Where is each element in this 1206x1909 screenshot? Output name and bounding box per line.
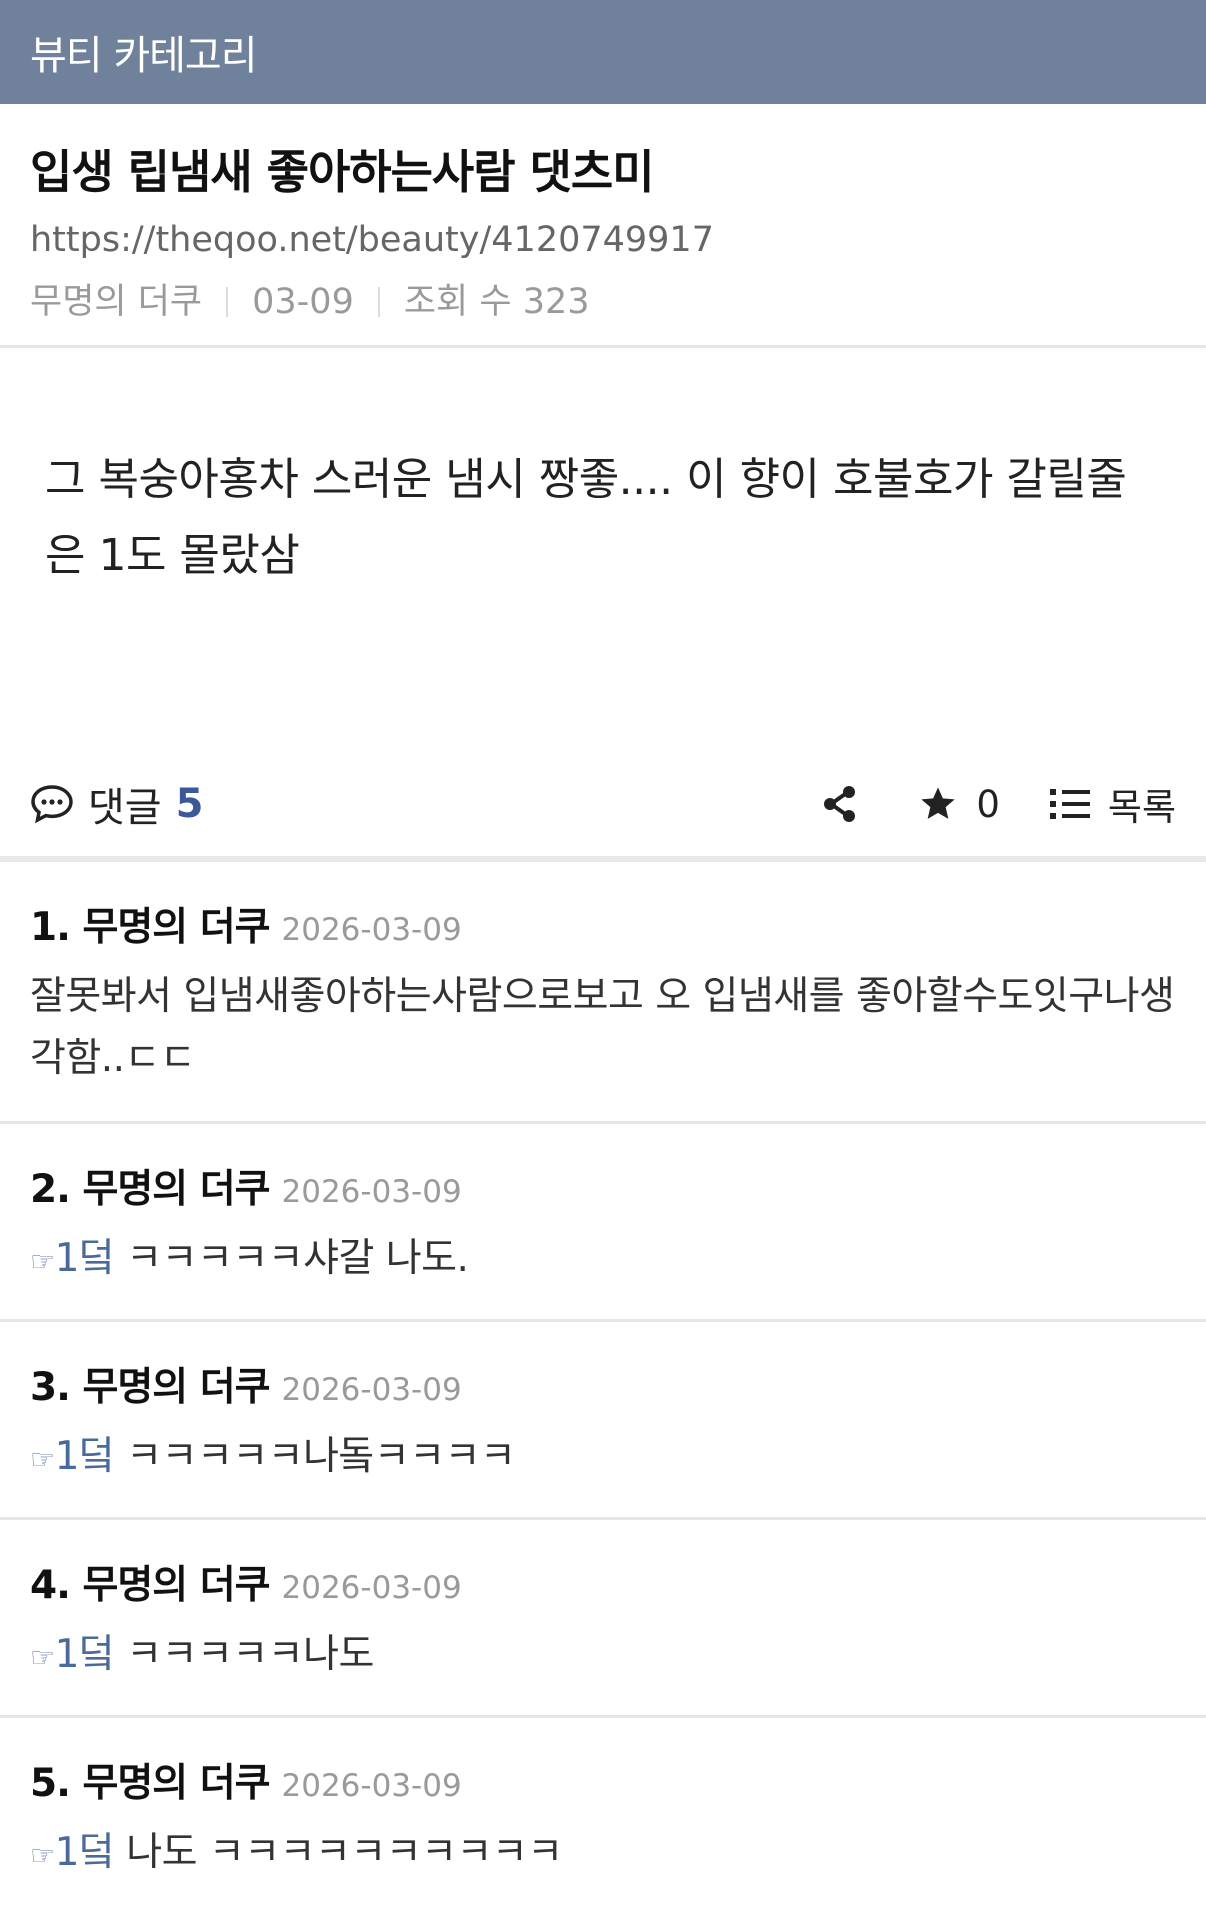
list-icon xyxy=(1049,789,1090,819)
comment-text: ㅋㅋㅋㅋㅋ나도 xyxy=(126,1632,374,1677)
comment-count-button[interactable]: 댓글 5 xyxy=(30,775,203,833)
pointing-hand-icon: ☞ xyxy=(30,1443,55,1476)
meta-divider xyxy=(377,287,380,317)
comment-count: 5 xyxy=(175,781,204,827)
speech-bubble-icon xyxy=(31,785,73,824)
comment-item: 3. 무명의 더쿠 2026-03-09 ☞1덬 ㅋㅋㅋㅋㅋ나돜ㅋㅋㅋㅋ xyxy=(0,1322,1206,1520)
action-bar: 댓글 5 0 목록 xyxy=(0,752,1206,862)
comment-label: 댓글 xyxy=(88,785,162,831)
share-button[interactable] xyxy=(822,784,858,824)
comment-date: 2026-03-09 xyxy=(281,1372,462,1408)
reply-reference[interactable]: ☞1덬 xyxy=(30,1632,115,1677)
post-title: 입생 립냄새 좋아하는사람 댓츠미 xyxy=(30,145,655,199)
comment-text: ㅋㅋㅋㅋㅋ샤갈 나도. xyxy=(126,1236,469,1281)
post-author[interactable]: 무명의 더쿠 xyxy=(30,280,202,324)
comment-author[interactable]: 4. 무명의 더쿠 xyxy=(30,1554,271,1610)
post-content: 그 복숭아홍차 스러운 냄시 짱좋.... 이 향이 호불호가 갈릴줄은 1도 … xyxy=(45,454,1127,581)
comment-text: 나도 ㅋㅋㅋㅋㅋㅋㅋㅋㅋㅋ xyxy=(126,1830,563,1875)
comment-author[interactable]: 2. 무명의 더쿠 xyxy=(30,1158,271,1214)
reply-reference[interactable]: ☞1덬 xyxy=(30,1830,115,1875)
category-header[interactable]: 뷰티 카테고리 xyxy=(0,0,1206,104)
star-count: 0 xyxy=(976,782,1000,826)
comment-date: 2026-03-09 xyxy=(281,1174,462,1210)
post-body: 그 복숭아홍차 스러운 냄시 짱좋.... 이 향이 호불호가 갈릴줄은 1도 … xyxy=(0,348,1206,752)
comment-author[interactable]: 3. 무명의 더쿠 xyxy=(30,1356,271,1412)
comment-author[interactable]: 1. 무명의 더쿠 xyxy=(30,896,271,952)
reply-target: 1덬 xyxy=(54,1830,115,1875)
reply-reference[interactable]: ☞1덬 xyxy=(30,1236,115,1281)
comment-text: ㅋㅋㅋㅋㅋ나돜ㅋㅋㅋㅋ xyxy=(126,1434,516,1479)
comment-list: 1. 무명의 더쿠 2026-03-09 잘못봐서 입냄새좋아하는사람으로보고 … xyxy=(0,862,1206,1898)
comment-author[interactable]: 5. 무명의 더쿠 xyxy=(30,1752,271,1808)
meta-divider xyxy=(226,287,229,317)
comment-date: 2026-03-09 xyxy=(281,1570,462,1606)
post-header: 입생 립냄새 좋아하는사람 댓츠미 https://theqoo.net/bea… xyxy=(0,104,1206,348)
post-url[interactable]: https://theqoo.net/beauty/4120749917 xyxy=(30,218,1176,262)
comment-item: 2. 무명의 더쿠 2026-03-09 ☞1덬 ㅋㅋㅋㅋㅋ샤갈 나도. xyxy=(0,1124,1206,1322)
post-views: 조회 수 323 xyxy=(403,282,590,322)
post-meta: 무명의 더쿠 03-09 조회 수 323 xyxy=(30,280,1176,324)
category-title: 뷰티 카테고리 xyxy=(30,33,258,79)
pointing-hand-icon: ☞ xyxy=(30,1641,55,1674)
star-icon xyxy=(921,787,956,819)
comment-date: 2026-03-09 xyxy=(281,1768,462,1804)
comment-text: 잘못봐서 입냄새좋아하는사람으로보고 오 입냄새를 좋아할수도잇구나생각함..ㄷ… xyxy=(30,974,1175,1081)
post-date: 03-09 xyxy=(252,282,354,322)
comment-item: 1. 무명의 더쿠 2026-03-09 잘못봐서 입냄새좋아하는사람으로보고 … xyxy=(0,862,1206,1124)
list-button[interactable]: 목록 xyxy=(1049,777,1176,831)
pointing-hand-icon: ☞ xyxy=(30,1245,55,1278)
share-icon xyxy=(824,786,856,822)
reply-target: 1덬 xyxy=(54,1236,115,1281)
star-button[interactable]: 0 xyxy=(918,783,1000,826)
comment-item: 5. 무명의 더쿠 2026-03-09 ☞1덬 나도 ㅋㅋㅋㅋㅋㅋㅋㅋㅋㅋ xyxy=(0,1718,1206,1898)
reply-target: 1덬 xyxy=(54,1632,115,1677)
comment-date: 2026-03-09 xyxy=(281,912,462,948)
pointing-hand-icon: ☞ xyxy=(30,1839,55,1872)
reply-reference[interactable]: ☞1덬 xyxy=(30,1434,115,1479)
comment-item: 4. 무명의 더쿠 2026-03-09 ☞1덬 ㅋㅋㅋㅋㅋ나도 xyxy=(0,1520,1206,1718)
list-label: 목록 xyxy=(1107,786,1176,829)
reply-target: 1덬 xyxy=(54,1434,115,1479)
